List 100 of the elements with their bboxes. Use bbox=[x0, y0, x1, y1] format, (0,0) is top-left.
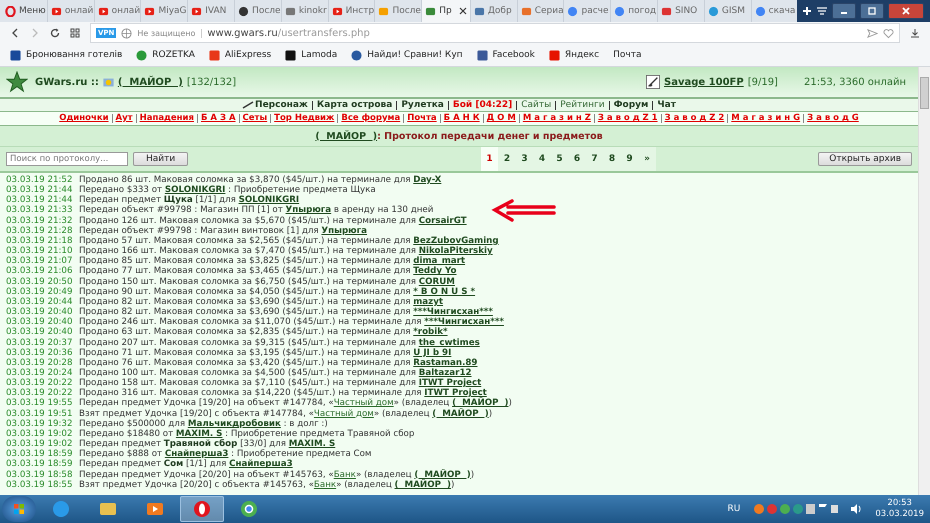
player-link[interactable]: Teddy Yo bbox=[413, 266, 456, 276]
object-link[interactable]: Банк bbox=[334, 470, 356, 480]
bookmark-link[interactable]: ROZETKA bbox=[136, 50, 195, 60]
page-link[interactable]: 7 bbox=[586, 147, 604, 171]
page-link[interactable]: 5 bbox=[550, 147, 568, 171]
player-link[interactable]: Rastaman.89 bbox=[413, 358, 478, 368]
section-link[interactable]: Аут bbox=[112, 114, 136, 123]
player-link[interactable]: SOLONIKGRI bbox=[164, 185, 226, 196]
player-link[interactable]: the_cwtimes bbox=[418, 338, 480, 348]
scrollbar[interactable] bbox=[918, 67, 930, 495]
player-link[interactable]: Снайперша3 bbox=[229, 459, 293, 470]
archive-button[interactable]: Открыть архив bbox=[818, 152, 912, 166]
player-link[interactable]: Упырюга bbox=[286, 205, 332, 216]
section-link[interactable]: З а в о д G bbox=[803, 114, 862, 123]
section-link[interactable]: М а г а з и н Z bbox=[518, 114, 594, 123]
language-indicator[interactable]: RU bbox=[727, 504, 740, 514]
nav-link[interactable]: Рулетка bbox=[396, 100, 448, 110]
player-link[interactable]: Мальчикдробовик bbox=[188, 418, 281, 429]
player-link[interactable]: *robik* bbox=[413, 327, 448, 338]
start-button[interactable] bbox=[2, 496, 36, 522]
section-link[interactable]: Д О М bbox=[482, 114, 519, 123]
minimize-button[interactable] bbox=[832, 3, 856, 19]
back-icon[interactable] bbox=[10, 28, 20, 38]
maximize-button[interactable] bbox=[860, 3, 884, 19]
page-link[interactable]: 6 bbox=[568, 147, 586, 171]
search-field[interactable]: Поиск по протоколу... bbox=[6, 152, 128, 166]
player-link[interactable]: Baltazar12 bbox=[418, 368, 472, 378]
section-link[interactable]: Одиночки bbox=[56, 114, 112, 123]
player-link[interactable]: U JI b 9I bbox=[413, 348, 452, 358]
volume-icon[interactable] bbox=[850, 503, 862, 515]
player-link[interactable]: * B O N U S * bbox=[413, 286, 476, 297]
weapon-link[interactable]: Savage 100FP bbox=[664, 76, 744, 88]
section-link[interactable]: Нападения bbox=[136, 114, 197, 123]
section-link[interactable]: Тор Недвиж bbox=[270, 114, 338, 123]
nav-link[interactable]: Чат bbox=[652, 100, 680, 110]
player-link[interactable]: SOLONIKGRI bbox=[238, 195, 300, 206]
bookmark-link[interactable]: Почта bbox=[613, 50, 642, 60]
object-link[interactable]: Частный дом bbox=[334, 398, 394, 408]
page-link[interactable]: 3 bbox=[516, 147, 534, 171]
player-link[interactable]: MAXIM. S bbox=[288, 439, 336, 450]
menu-button[interactable]: Меню bbox=[0, 0, 47, 22]
close-button[interactable] bbox=[888, 3, 924, 19]
page-link[interactable]: » bbox=[638, 147, 656, 171]
player-link[interactable]: CORUM bbox=[418, 276, 455, 287]
bookmark-link[interactable]: Lamoda bbox=[285, 50, 338, 60]
clock[interactable]: 20:53 03.03.2019 bbox=[875, 498, 924, 520]
section-link[interactable]: Все форума bbox=[337, 114, 404, 123]
nav-link[interactable]: Бой [04:22] bbox=[448, 100, 516, 110]
nav-link[interactable]: Карта острова bbox=[312, 100, 396, 110]
player-link[interactable]: MAXIM. S bbox=[176, 428, 222, 439]
player-link[interactable]: Снайперша3 bbox=[164, 449, 228, 460]
section-link[interactable]: Почта bbox=[403, 114, 440, 123]
new-tab-button[interactable] bbox=[797, 0, 816, 22]
nav-link[interactable]: Сайты bbox=[516, 100, 556, 110]
player-link[interactable]: ***Чингисхан*** bbox=[413, 307, 493, 318]
bookmark-link[interactable]: Бронювання готелів bbox=[10, 50, 122, 60]
player-link[interactable]: ***Чингисхан*** bbox=[424, 317, 504, 328]
browser-tab[interactable]: Пр bbox=[421, 0, 470, 22]
player-link[interactable]: dima_mart bbox=[413, 256, 466, 266]
nav-link[interactable]: Форум bbox=[608, 100, 652, 110]
section-link[interactable]: Сеты bbox=[238, 114, 270, 123]
section-link[interactable]: Б А Н К bbox=[440, 114, 483, 123]
player-link[interactable]: ( МАЙОР ) bbox=[394, 480, 451, 490]
player-link[interactable]: ( МАЙОР ) bbox=[118, 76, 183, 88]
player-link[interactable]: ( МАЙОР ) bbox=[315, 130, 378, 142]
object-link[interactable]: Банк bbox=[314, 480, 336, 490]
player-link[interactable]: CorsairGT bbox=[418, 216, 467, 226]
menu-icon[interactable] bbox=[816, 6, 828, 16]
grid-icon[interactable] bbox=[70, 28, 80, 38]
send-icon[interactable] bbox=[867, 28, 878, 38]
player-link[interactable]: NikolaPiterskiy bbox=[418, 246, 493, 256]
section-link[interactable]: Б А З А bbox=[196, 114, 239, 123]
page-link[interactable]: 2 bbox=[498, 147, 516, 171]
bookmark-link[interactable]: Яндекс bbox=[548, 50, 600, 60]
player-link[interactable]: Упырюга bbox=[321, 226, 368, 236]
taskbar-app[interactable] bbox=[180, 496, 224, 522]
player-link[interactable]: Day-X bbox=[413, 175, 442, 185]
nav-link[interactable]: Персонаж bbox=[238, 100, 312, 110]
page-link[interactable]: 8 bbox=[603, 147, 621, 171]
section-link[interactable]: М а г а з и н G bbox=[727, 114, 804, 123]
player-link[interactable]: ( МАЙОР ) bbox=[414, 470, 471, 480]
player-link[interactable]: ITWT Project bbox=[418, 378, 482, 388]
bookmark-link[interactable]: Facebook bbox=[476, 50, 535, 60]
object-link[interactable]: Частный дом bbox=[314, 408, 374, 419]
bookmark-link[interactable]: AliExpress bbox=[208, 50, 272, 60]
player-link[interactable]: ITWT Project bbox=[424, 388, 487, 398]
bookmark-link[interactable]: Найди! Сравни! Куп bbox=[351, 50, 463, 60]
reload-icon[interactable] bbox=[50, 28, 60, 38]
player-link[interactable]: ( МАЙОР ) bbox=[452, 398, 508, 408]
section-link[interactable]: З а в о д Z 2 bbox=[660, 114, 728, 123]
page-link[interactable]: 9 bbox=[620, 147, 638, 171]
page-link[interactable]: 4 bbox=[533, 147, 551, 171]
player-link[interactable]: mazyt bbox=[413, 296, 444, 307]
heart-icon[interactable] bbox=[883, 28, 894, 38]
nav-link[interactable]: Рейтинги bbox=[555, 100, 609, 110]
download-icon[interactable] bbox=[910, 28, 920, 38]
page-link[interactable]: 1 bbox=[480, 147, 498, 171]
player-link[interactable]: BezZubovGaming bbox=[413, 236, 499, 246]
player-link[interactable]: ( МАЙОР ) bbox=[432, 408, 489, 419]
close-icon[interactable] bbox=[458, 7, 467, 15]
